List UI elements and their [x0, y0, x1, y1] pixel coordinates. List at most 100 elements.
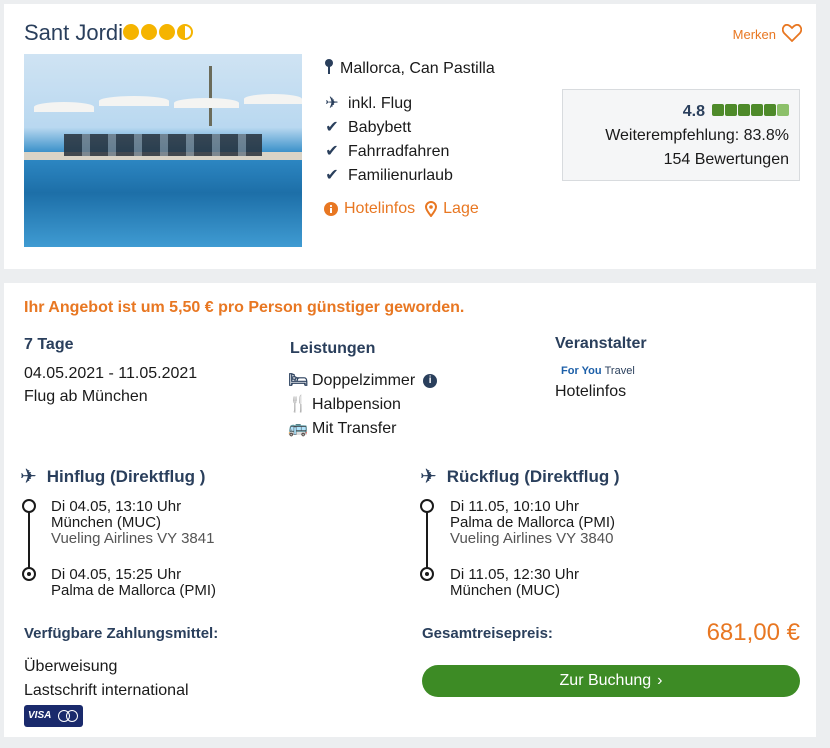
airline: Vueling Airlines VY 3840 [450, 530, 614, 547]
heart-icon [781, 23, 803, 45]
outbound-departure: Di 04.05, 13:10 Uhr München (MUC) Vuelin… [51, 499, 214, 547]
return-heading: ✈ Rückflug (Direktflug ) [420, 464, 620, 489]
chevron-right-icon: › [657, 672, 663, 689]
total-heading: Gesamtreisepreis: [422, 625, 553, 642]
timeline-line [28, 507, 30, 575]
feature-cycling: ✔ Fahrradfahren [324, 140, 453, 164]
map-marker-icon [425, 201, 438, 217]
dep-time: Di 04.05, 13:10 Uhr [51, 498, 182, 515]
operator-heading: Veranstalter [555, 335, 647, 352]
duration: 7 Tage [24, 336, 74, 353]
thumbs-rating-icon [711, 100, 789, 124]
operator-logo: For You Travel [561, 365, 635, 377]
arr-airport: München (MUC) [450, 582, 561, 599]
plane-icon: ✈ [420, 466, 437, 488]
hotel-photo[interactable] [24, 54, 302, 247]
return-departure: Di 11.05, 10:10 Uhr Palma de Mallorca (P… [450, 499, 615, 547]
logo-main: For You [561, 365, 602, 377]
lage-label: Lage [443, 200, 479, 217]
return-title: Rückflug (Direktflug ) [446, 466, 620, 486]
rating-score: 4.8 [683, 100, 789, 124]
info-icon [324, 202, 338, 216]
plane-icon: ✈ [325, 95, 339, 112]
hotelinfos-link[interactable]: Hotelinfos [324, 200, 415, 218]
outbound-timeline [22, 499, 36, 583]
feature-label: Babybett [348, 119, 412, 136]
services-list: 🛏 Doppelzimmer i 🍴 Halbpension 🚌 Mit Tra… [288, 369, 438, 441]
arrival-dot-icon [22, 567, 36, 581]
location-text: Mallorca, Can Pastilla [340, 59, 495, 77]
hotelinfos-label: Hotelinfos [344, 200, 416, 217]
check-icon: ✔ [325, 143, 339, 160]
savings-message: Ihr Angebot ist um 5,50 € pro Person gün… [24, 299, 465, 316]
sun-loungers [64, 134, 262, 156]
parasol [174, 98, 239, 108]
arr-airport: Palma de Mallorca (PMI) [51, 582, 217, 599]
cutlery-icon: 🍴 [288, 396, 308, 413]
parasol [244, 94, 302, 104]
return-timeline [420, 499, 434, 583]
lage-link[interactable]: Lage [425, 200, 479, 218]
hotel-card: Sant Jordi Merken Mallorca, Can Pastilla… [4, 4, 816, 269]
dep-airport: Palma de Mallorca (PMI) [450, 514, 616, 531]
star-icon [159, 24, 175, 40]
feature-flight: ✈ inkl. Flug [324, 92, 453, 116]
rating-value: 4.8 [682, 103, 705, 120]
arrival-dot-icon [420, 567, 434, 581]
visa-icon: VISA [24, 705, 56, 727]
return-arrival: Di 11.05, 12:30 Uhr München (MUC) [450, 567, 579, 599]
outbound-heading: ✈ Hinflug (Direktflug ) [20, 464, 205, 489]
dep-airport: München (MUC) [51, 514, 162, 531]
feature-babybed: ✔ Babybett [324, 116, 453, 140]
feature-family: ✔ Familienurlaub [324, 164, 453, 188]
lamp-post [209, 66, 212, 126]
offer-card: Ihr Angebot ist um 5,50 € pro Person gün… [4, 283, 816, 737]
hotel-stars [123, 24, 193, 40]
bus-icon: 🚌 [288, 420, 308, 437]
review-count: 154 Bewertungen [663, 151, 789, 168]
services-heading: Leistungen [290, 340, 376, 357]
airline: Vueling Airlines VY 3841 [51, 530, 215, 547]
service-label: Mit Transfer [312, 420, 397, 437]
payment-heading: Verfügbare Zahlungsmittel: [24, 625, 219, 642]
parasol [34, 102, 94, 112]
departure-dot-icon [420, 499, 434, 513]
recommendation-rate: Weiterempfehlung: 83.8% [605, 127, 789, 144]
merken-button[interactable]: Merken [732, 23, 803, 45]
info-icon[interactable]: i [423, 374, 438, 388]
operator-hotelinfos-link[interactable]: Hotelinfos [555, 380, 626, 404]
timeline-line [426, 507, 428, 575]
service-transfer: 🚌 Mit Transfer [288, 417, 437, 441]
service-label: Halbpension [312, 396, 401, 413]
logo-suffix: Travel [604, 365, 635, 377]
map-pin-icon [324, 58, 334, 79]
outbound-title: Hinflug (Direktflug ) [46, 466, 206, 486]
merken-label: Merken [732, 27, 776, 42]
hotel-location: Mallorca, Can Pastilla [324, 58, 495, 79]
check-icon: ✔ [325, 119, 339, 136]
service-label: Doppelzimmer [312, 372, 416, 389]
bed-icon: 🛏 [288, 372, 309, 389]
star-icon [123, 24, 139, 40]
book-button[interactable]: Zur Buchung › [422, 665, 800, 697]
departure-airport: Flug ab München [24, 388, 148, 405]
arr-time: Di 11.05, 12:30 Uhr [450, 566, 579, 583]
parasol [99, 96, 169, 106]
feature-label: Fahrradfahren [348, 143, 450, 160]
arr-time: Di 04.05, 15:25 Uhr [51, 566, 182, 583]
service-board: 🍴 Halbpension [288, 393, 437, 417]
departure-dot-icon [22, 499, 36, 513]
outbound-arrival: Di 04.05, 15:25 Uhr Palma de Mallorca (P… [51, 567, 216, 599]
hotel-name[interactable]: Sant Jordi [24, 20, 123, 46]
feature-label: inkl. Flug [348, 95, 413, 112]
payment-direct-debit: Lastschrift international [24, 682, 189, 699]
rating-box[interactable]: 4.8 Weiterempfehlung: 83.8% 154 Bewertun… [562, 89, 800, 181]
half-star-icon [177, 24, 193, 40]
travel-dates: 04.05.2021 - 11.05.2021 [24, 365, 198, 382]
dep-time: Di 11.05, 10:10 Uhr [450, 498, 579, 515]
service-room: 🛏 Doppelzimmer i [288, 369, 438, 393]
hotel-features: ✈ inkl. Flug ✔ Babybett ✔ Fahrradfahren … [324, 92, 453, 188]
book-button-label: Zur Buchung [559, 672, 652, 689]
card-logos: VISA [24, 705, 84, 727]
star-icon [141, 24, 157, 40]
